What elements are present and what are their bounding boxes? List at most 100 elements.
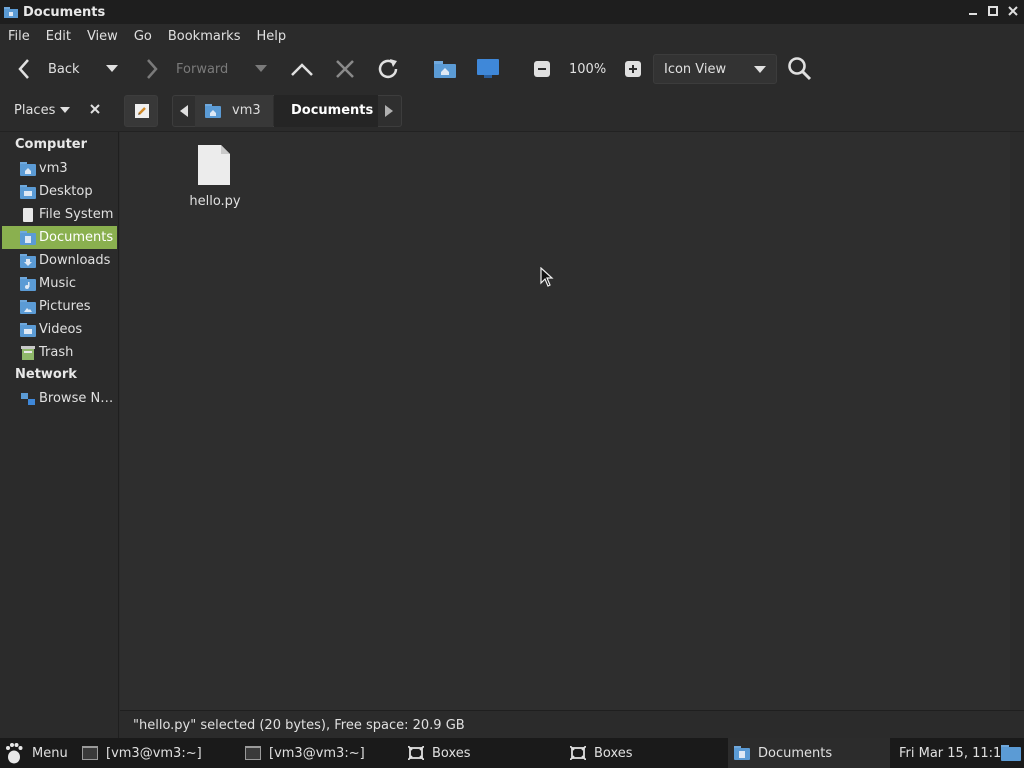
menu-file[interactable]: File: [0, 29, 38, 44]
breadcrumb-documents-label: Documents: [291, 103, 374, 118]
sidebar-item-trash[interactable]: Trash: [2, 341, 117, 364]
close-icon: [1008, 6, 1018, 16]
menu-edit[interactable]: Edit: [38, 29, 79, 44]
close-icon: [90, 104, 100, 114]
terminal-icon: [245, 746, 261, 760]
zoom-in-icon: [625, 61, 641, 77]
taskbar: Menu [vm3@vm3:~] [vm3@vm3:~] Boxes Boxes…: [0, 738, 1024, 768]
sidebar-item-music[interactable]: Music: [2, 272, 117, 295]
parent-folder-button[interactable]: [290, 48, 314, 90]
sidebar-item-label: Downloads: [39, 253, 111, 268]
start-menu-button[interactable]: Menu: [4, 738, 68, 768]
stop-button[interactable]: [335, 48, 355, 90]
sidebar-item-documents[interactable]: Documents: [2, 226, 117, 249]
breadcrumb-vm3-label: vm3: [232, 103, 261, 118]
vertical-scrollbar[interactable]: [1010, 132, 1024, 710]
edit-icon: [135, 104, 149, 118]
caret-right-icon[interactable]: [385, 105, 393, 117]
caret-down-icon: [60, 107, 71, 113]
gnome-foot-icon: [6, 743, 23, 764]
back-history-dropdown[interactable]: [106, 48, 118, 90]
sidebar-item-videos[interactable]: Videos: [2, 318, 117, 341]
folder-icon: [4, 7, 18, 18]
desktop-folder-icon: [20, 184, 36, 199]
chevron-right-icon: [147, 59, 158, 79]
caret-down-icon: [754, 66, 766, 73]
menu-go[interactable]: Go: [126, 29, 160, 44]
menubar: File Edit View Go Bookmarks Help: [0, 24, 1024, 48]
home-folder-icon: [205, 104, 221, 118]
reload-button[interactable]: [375, 48, 401, 90]
window-title: Documents: [23, 4, 106, 20]
forward-label: Forward: [176, 61, 229, 77]
taskbar-item-label: [vm3@vm3:~]: [269, 745, 365, 761]
zoom-out-icon: [534, 61, 550, 77]
downloads-folder-icon: [20, 253, 36, 268]
file-item[interactable]: hello.py: [185, 142, 245, 212]
boxes-icon: [408, 746, 424, 760]
sidebar-item-pictures[interactable]: Pictures: [2, 295, 117, 318]
window-titlebar: Documents: [0, 0, 1024, 24]
search-button[interactable]: [787, 48, 813, 90]
taskbar-item-boxes-2[interactable]: Boxes: [570, 738, 633, 768]
maximize-icon: [988, 6, 998, 16]
sidebar-item-label: Pictures: [39, 299, 91, 314]
taskbar-item-terminal-1[interactable]: [vm3@vm3:~]: [82, 738, 202, 768]
show-desktop-button[interactable]: [1001, 738, 1021, 768]
status-text: "hello.py" selected (20 bytes), Free spa…: [133, 718, 465, 733]
back-button[interactable]: Back: [16, 48, 80, 90]
start-menu-label: Menu: [32, 745, 68, 761]
chevron-left-icon: [18, 59, 29, 79]
close-sidebar-button[interactable]: [90, 102, 100, 118]
zoom-out-button[interactable]: [534, 48, 550, 90]
text-file-icon: [198, 145, 230, 185]
toolbar: Back Forward 100% Icon View: [0, 48, 1024, 90]
search-icon: [788, 57, 812, 81]
videos-folder-icon: [20, 322, 36, 337]
music-folder-icon: [20, 276, 36, 291]
taskbar-item-label: Boxes: [432, 745, 471, 761]
computer-button[interactable]: [477, 48, 499, 90]
taskbar-item-documents[interactable]: Documents: [728, 738, 890, 768]
menu-view[interactable]: View: [79, 29, 126, 44]
boxes-icon: [570, 746, 586, 760]
zoom-in-button[interactable]: [625, 48, 641, 90]
view-mode-select[interactable]: Icon View: [653, 54, 777, 84]
chevron-up-icon: [291, 63, 313, 76]
sidebar-heading-computer: Computer: [15, 137, 88, 152]
sidebar-item-file-system[interactable]: File System: [2, 203, 117, 226]
toggle-location-entry-button[interactable]: [124, 95, 158, 127]
forward-history-dropdown[interactable]: [255, 48, 267, 90]
sidebar-item-label: Browse N…: [39, 391, 114, 406]
documents-folder-icon: [20, 230, 36, 245]
clock[interactable]: Fri Mar 15, 11:10: [899, 738, 1010, 768]
home-button[interactable]: [434, 48, 456, 90]
menu-help[interactable]: Help: [248, 29, 294, 44]
close-window-button[interactable]: [1006, 3, 1020, 19]
sidebar-item-vm3[interactable]: vm3: [2, 157, 117, 180]
sidebar-heading-network: Network: [15, 367, 77, 382]
file-view[interactable]: [120, 132, 1010, 710]
taskbar-item-boxes-1[interactable]: Boxes: [408, 738, 471, 768]
minimize-button[interactable]: [966, 3, 980, 19]
sidebar: Computer vm3 Desktop File System Documen…: [0, 132, 119, 738]
statusbar: "hello.py" selected (20 bytes), Free spa…: [120, 710, 1024, 738]
taskbar-item-terminal-2[interactable]: [vm3@vm3:~]: [245, 738, 365, 768]
sidebar-item-label: Trash: [39, 345, 74, 360]
folder-icon: [1001, 745, 1021, 761]
sidebar-item-desktop[interactable]: Desktop: [2, 180, 117, 203]
places-label: Places: [14, 103, 56, 118]
sidebar-item-label: File System: [39, 207, 114, 222]
trash-icon: [21, 345, 35, 360]
forward-button[interactable]: Forward: [144, 48, 228, 90]
menu-bookmarks[interactable]: Bookmarks: [160, 29, 249, 44]
sidebar-item-label: Desktop: [39, 184, 93, 199]
sidebar-item-downloads[interactable]: Downloads: [2, 249, 117, 272]
maximize-button[interactable]: [986, 3, 1000, 19]
taskbar-item-label: Documents: [758, 745, 833, 761]
zoom-level: 100%: [569, 61, 607, 77]
caret-left-icon[interactable]: [180, 105, 188, 117]
sidebar-item-label: Videos: [39, 322, 83, 337]
sidebar-item-browse-network[interactable]: Browse N…: [2, 387, 117, 410]
places-dropdown[interactable]: Places: [14, 103, 71, 118]
